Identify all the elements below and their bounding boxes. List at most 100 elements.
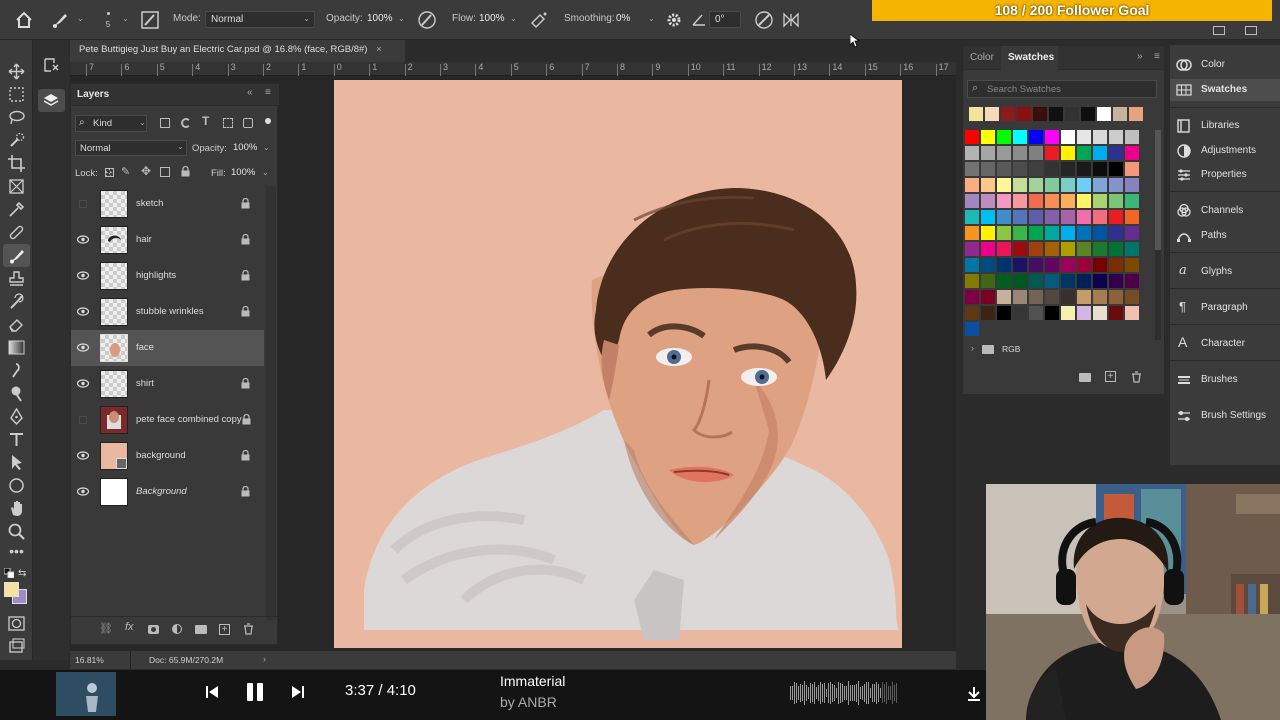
color-swatch[interactable] [1013, 194, 1027, 208]
color-swatch[interactable] [1029, 178, 1043, 192]
layer-row-pete-face-combined-copy[interactable]: pete face combined copy [71, 402, 264, 438]
color-swatch[interactable] [1093, 242, 1107, 256]
color-swatch[interactable] [981, 162, 995, 176]
dock-channels[interactable]: Channels [1170, 200, 1280, 222]
color-swatch[interactable] [1109, 306, 1123, 320]
layer-row-background-color[interactable]: background [71, 438, 264, 474]
fill-value[interactable]: 100% [231, 167, 255, 178]
previous-track-icon[interactable] [205, 685, 219, 699]
eye-icon[interactable] [77, 307, 89, 316]
dock-libraries[interactable]: Libraries [1170, 115, 1280, 137]
color-swatch[interactable] [965, 178, 979, 192]
dodge-tool-icon[interactable] [7, 384, 26, 403]
color-swatch[interactable] [981, 274, 995, 288]
color-swatch[interactable] [981, 242, 995, 256]
home-icon[interactable] [14, 10, 34, 30]
filter-toggle-icon[interactable] [265, 118, 271, 124]
color-swatch[interactable] [965, 242, 979, 256]
brush-panel-toggle-icon[interactable] [141, 11, 159, 29]
layers-panel-toggle[interactable] [38, 89, 65, 112]
angle-input[interactable]: 0° [709, 11, 741, 28]
color-swatch[interactable] [981, 306, 995, 320]
more-tools-icon[interactable]: ••• [7, 544, 26, 564]
new-layer-icon[interactable]: + [219, 624, 230, 635]
chevron-right-icon[interactable]: › [263, 654, 266, 664]
color-swatch[interactable] [1093, 290, 1107, 304]
crop-tool-icon[interactable] [7, 154, 26, 173]
color-swatch[interactable] [981, 226, 995, 240]
color-swatch[interactable] [1125, 290, 1139, 304]
hand-tool-icon[interactable] [7, 499, 26, 518]
color-swatch[interactable] [1109, 146, 1123, 160]
chevron-down-icon[interactable]: ⌄ [648, 14, 655, 23]
pause-icon[interactable] [245, 682, 265, 702]
dock-adjustments[interactable]: Adjustments [1170, 140, 1280, 162]
symmetry-butterfly-icon[interactable] [782, 11, 800, 29]
recent-swatch[interactable] [1129, 107, 1143, 121]
zoom-level[interactable]: 16.81% [75, 655, 104, 665]
filter-pixel-icon[interactable] [160, 118, 170, 128]
dock-glyphs[interactable]: a Glyphs [1170, 261, 1280, 283]
color-swatch[interactable] [1077, 274, 1091, 288]
swatches-scrollbar[interactable] [1155, 130, 1161, 340]
color-swatch[interactable] [965, 146, 979, 160]
color-swatch[interactable] [997, 274, 1011, 288]
color-swatch[interactable] [981, 178, 995, 192]
adjustment-layer-icon[interactable] [172, 624, 182, 634]
color-swatch[interactable] [1061, 162, 1075, 176]
collapse-panel-icon[interactable]: » [1137, 51, 1143, 62]
new-swatch-group-icon[interactable] [1079, 373, 1091, 382]
color-swatch[interactable] [981, 146, 995, 160]
recent-swatch[interactable] [1017, 107, 1031, 121]
color-swatch[interactable] [1109, 210, 1123, 224]
color-swatch[interactable] [1029, 130, 1043, 144]
brush-tool-preset-icon[interactable] [50, 10, 70, 30]
color-swatch[interactable] [1077, 130, 1091, 144]
layer-row-highlights[interactable]: highlights [71, 258, 264, 294]
color-swatch[interactable] [1077, 178, 1091, 192]
color-swatch[interactable] [997, 162, 1011, 176]
color-swatch[interactable] [997, 306, 1011, 320]
color-swatch[interactable] [1045, 306, 1059, 320]
color-swatch[interactable] [1061, 242, 1075, 256]
color-swatch[interactable] [1045, 274, 1059, 288]
color-swatch[interactable] [1029, 274, 1043, 288]
color-swatch[interactable] [981, 210, 995, 224]
color-swatch[interactable] [1125, 146, 1139, 160]
recent-swatch[interactable] [969, 107, 983, 121]
color-swatch[interactable] [1125, 242, 1139, 256]
color-swatch[interactable] [1109, 290, 1123, 304]
color-swatch[interactable] [1093, 162, 1107, 176]
eye-icon[interactable] [77, 451, 89, 460]
chevron-down-icon[interactable]: ⌄ [77, 14, 84, 23]
color-swatch[interactable] [965, 274, 979, 288]
color-swatch[interactable] [965, 210, 979, 224]
screen-mode-icon[interactable] [7, 637, 26, 656]
color-swatch[interactable] [1045, 162, 1059, 176]
swatch-folder-rgb[interactable]: › RGB [969, 342, 1159, 358]
color-swatch[interactable] [1093, 194, 1107, 208]
delete-layer-icon[interactable] [243, 623, 254, 635]
smoothing-gear-icon[interactable] [666, 12, 682, 28]
color-swatch[interactable] [1077, 194, 1091, 208]
smudge-tool-icon[interactable] [7, 361, 26, 380]
color-swatch[interactable] [1093, 226, 1107, 240]
color-swatch[interactable] [1029, 210, 1043, 224]
color-swatch[interactable] [1109, 258, 1123, 272]
color-swatch[interactable] [965, 162, 979, 176]
brush-size-picker[interactable]: 5 [98, 8, 118, 32]
color-swatch[interactable] [1077, 258, 1091, 272]
color-swatch[interactable] [1093, 258, 1107, 272]
type-tool-icon[interactable] [7, 430, 26, 449]
color-swatch[interactable] [1029, 194, 1043, 208]
mode-dropdown[interactable]: Normal ⌄ [205, 11, 315, 28]
color-swatch[interactable] [1109, 226, 1123, 240]
color-swatch[interactable] [997, 146, 1011, 160]
color-swatch[interactable] [1093, 178, 1107, 192]
delete-swatch-icon[interactable] [1131, 371, 1142, 383]
chevron-down-icon[interactable]: ⌄ [398, 14, 405, 23]
color-swatch[interactable] [965, 290, 979, 304]
panel-menu-icon[interactable]: ≡ [265, 87, 271, 98]
layer-style-fx-icon[interactable]: fx [125, 621, 134, 633]
color-swatch[interactable] [1029, 258, 1043, 272]
